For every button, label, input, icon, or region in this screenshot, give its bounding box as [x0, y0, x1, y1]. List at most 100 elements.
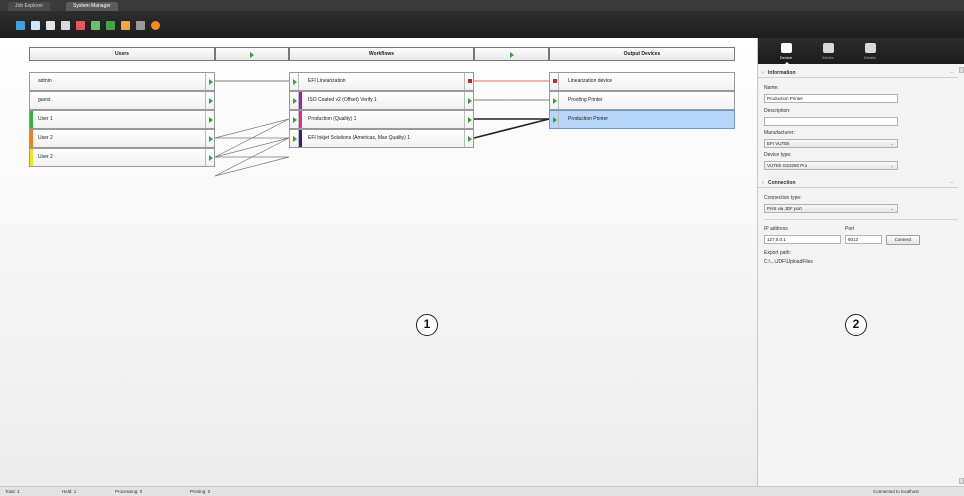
resize-grip[interactable] — [959, 478, 964, 484]
collapse-icon: ‹ — [762, 70, 764, 76]
tab-job-explorer[interactable]: Job Explorer — [8, 2, 51, 11]
device-node-proofing-printer[interactable]: Proofing Printer — [549, 91, 735, 110]
details-icon — [864, 43, 876, 53]
active-tab-caret — [784, 62, 790, 65]
status-connection: Connected to localhost — [873, 489, 919, 494]
user-label: User 2 — [38, 154, 53, 160]
user-label: admin — [38, 78, 52, 84]
link-user2b-efi-inkjet — [214, 156, 290, 177]
user-node-user2b[interactable]: User 2 — [29, 148, 215, 167]
connection-type-value: Print via JDF port — [767, 206, 802, 211]
workflows-column-header: Workflows — [289, 47, 474, 61]
device-node-linearization[interactable]: Linearization device — [549, 72, 735, 91]
tab-device[interactable]: Device — [768, 41, 804, 65]
add-connection-icon[interactable] — [16, 21, 25, 30]
device-input-port[interactable] — [550, 73, 559, 90]
workflow-label: EFI Linearization — [308, 78, 346, 84]
chevron-down-icon: ⌄ — [890, 141, 894, 146]
connection-type-label: Connection type: — [764, 195, 802, 201]
play-icon — [293, 79, 297, 85]
tab-system-manager[interactable]: System Manager — [66, 2, 118, 11]
play-icon — [553, 98, 557, 104]
import-icon[interactable] — [91, 21, 100, 30]
user-output-port[interactable] — [205, 92, 214, 109]
layout-icon[interactable] — [61, 21, 70, 30]
workflow-input-port[interactable] — [290, 111, 299, 128]
user-label: User 2 — [38, 135, 53, 141]
scroll-up-button[interactable] — [959, 67, 964, 73]
connection-section-header[interactable]: ‹ Connection –◦ — [758, 178, 958, 188]
pin-icon[interactable]: –◦ — [949, 68, 954, 78]
link-user1-production — [214, 137, 290, 158]
media-icon — [822, 43, 834, 53]
device-label: Proofing Printer — [568, 97, 603, 103]
workflow-input-port[interactable] — [290, 130, 299, 147]
printer-icon — [780, 43, 792, 53]
status-processing: Processing: 0 — [115, 489, 143, 494]
name-label: Name: — [764, 85, 779, 91]
user-output-port[interactable] — [205, 73, 214, 90]
callout-2: 2 — [845, 314, 867, 336]
workflow-output-port[interactable] — [464, 73, 473, 90]
workflow-label: ISO Coated v2 (Offset) Verify 1 — [308, 97, 377, 103]
device-label: Production Printer — [568, 116, 609, 122]
workflow-input-port[interactable] — [290, 73, 299, 90]
callout-1: 1 — [416, 314, 438, 336]
user-node-admin[interactable]: admin — [29, 72, 215, 91]
connect-button[interactable]: Connect — [886, 235, 920, 245]
printer-icon[interactable] — [46, 21, 55, 30]
connection-type-select[interactable]: Print via JDF port ⌄ — [764, 204, 898, 213]
device-node-production-printer[interactable]: Production Printer — [549, 110, 735, 129]
toolbar — [0, 11, 964, 38]
play-icon — [209, 155, 213, 161]
report-icon[interactable] — [121, 21, 130, 30]
workflows-to-devices-arrow — [474, 47, 549, 61]
information-section-header[interactable]: ‹ Information –◦ — [758, 68, 958, 78]
workflow-node-efi-linearization[interactable]: EFI Linearization — [289, 72, 474, 91]
workflow-node-efi-inkjet[interactable]: EFI Inkjet Solutions (Americas, Max Qual… — [289, 129, 474, 148]
stop-icon — [468, 79, 472, 83]
play-icon — [209, 98, 213, 104]
device-input-port[interactable] — [550, 111, 559, 128]
description-label: Description: — [764, 108, 791, 114]
manufacturer-select[interactable]: EFI VUTEk ⌄ — [764, 139, 898, 148]
user-label: guest — [38, 97, 51, 103]
user-node-user2[interactable]: User 2 — [29, 129, 215, 148]
calibrate-icon[interactable] — [136, 21, 145, 30]
link-guest-iso-coated — [214, 118, 290, 139]
workflow-input-port[interactable] — [290, 92, 299, 109]
ip-address-field[interactable]: 127.0.0.1 — [764, 235, 841, 244]
device-input-port[interactable] — [550, 92, 559, 109]
user-label: User 1 — [38, 116, 53, 122]
panel-tabs: Device Media Details — [758, 38, 964, 65]
user-color-bar — [30, 130, 33, 147]
workflow-node-production[interactable]: Production (Quality) 1 — [289, 110, 474, 129]
user-output-port[interactable] — [205, 130, 214, 147]
play-icon — [250, 52, 254, 58]
port-field[interactable]: 8013 — [845, 235, 882, 244]
device-type-select[interactable]: VUTEk GS3250 Pro ⌄ — [764, 161, 898, 170]
tab-details[interactable]: Details — [852, 41, 888, 63]
workflow-output-port[interactable] — [464, 130, 473, 147]
tab-details-label: Details — [863, 55, 877, 60]
manufacturer-value: EFI VUTEk — [767, 141, 790, 146]
tab-media[interactable]: Media — [810, 41, 846, 63]
user-output-port[interactable] — [205, 111, 214, 128]
workflow-output-port[interactable] — [464, 111, 473, 128]
user-node-user1[interactable]: User 1 — [29, 110, 215, 129]
manufacturer-label: Manufacturer: — [764, 130, 795, 136]
workflow-node-iso-coated[interactable]: ISO Coated v2 (Offset) Verify 1 — [289, 91, 474, 110]
stop-icon[interactable] — [151, 21, 160, 30]
top-tab-bar: Job Explorer System Manager — [0, 0, 964, 11]
export-icon[interactable] — [106, 21, 115, 30]
workflow-label: Production (Quality) 1 — [308, 116, 357, 122]
user-output-port[interactable] — [205, 149, 214, 166]
pin-icon[interactable]: –◦ — [949, 178, 954, 188]
name-field[interactable]: Production Printer — [764, 94, 898, 103]
play-icon — [468, 117, 472, 123]
user-node-guest[interactable]: guest — [29, 91, 215, 110]
description-field[interactable] — [764, 117, 898, 126]
workflow-output-port[interactable] — [464, 92, 473, 109]
remove-icon[interactable] — [76, 21, 85, 30]
edit-icon[interactable] — [31, 21, 40, 30]
